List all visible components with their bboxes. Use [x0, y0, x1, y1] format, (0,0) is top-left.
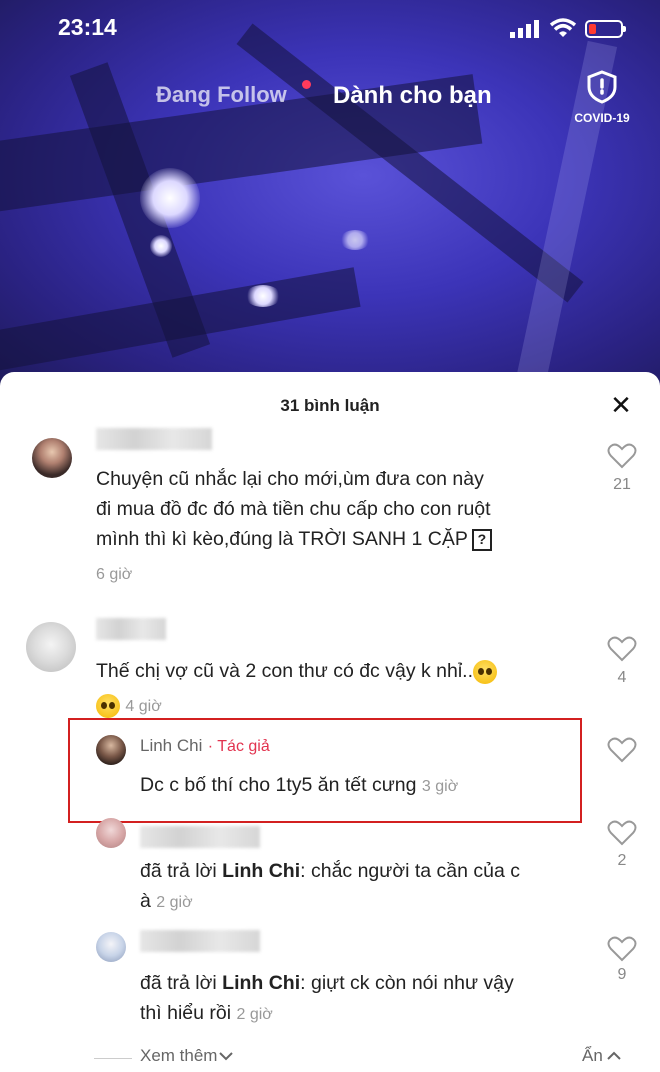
close-icon[interactable]: ✕ [608, 392, 634, 418]
avatar[interactable] [32, 438, 72, 478]
reply-time: 3 giờ [421, 778, 459, 795]
divider [94, 1058, 132, 1059]
tab-for-you[interactable]: Dành cho bạn [333, 82, 492, 110]
chevron-down-icon [219, 1052, 234, 1061]
heart-icon[interactable] [607, 636, 637, 662]
like-count: 9 [617, 966, 627, 983]
username-blurred[interactable] [140, 826, 260, 848]
reply-time: 2 giờ [236, 1006, 273, 1023]
battery-icon [585, 20, 626, 38]
mention[interactable]: Linh Chi [222, 972, 300, 994]
avatar[interactable] [96, 818, 126, 848]
shield-icon [587, 70, 617, 104]
username-blurred[interactable] [96, 428, 212, 450]
username-blurred[interactable] [140, 930, 260, 952]
like-count: 21 [613, 476, 631, 493]
username-blurred[interactable] [96, 618, 166, 640]
mention[interactable]: Linh Chi [222, 860, 300, 882]
reply-text: đã trả lời Linh Chi: giựt ck còn nói như… [140, 972, 514, 1024]
like-count: 4 [617, 669, 627, 686]
author-avatar[interactable] [96, 735, 126, 765]
reply-time: 2 giờ [156, 894, 193, 911]
reply-author-line: Linh Chi · Tác giả [140, 732, 270, 760]
covid-button[interactable]: COVID-19 [566, 70, 638, 125]
avatar[interactable] [96, 932, 126, 962]
avatar[interactable] [26, 622, 76, 672]
like-count: 2 [617, 852, 627, 869]
heart-icon[interactable] [607, 936, 637, 962]
covid-label: COVID-19 [574, 111, 630, 125]
status-time: 23:14 [58, 14, 117, 40]
hide-button[interactable]: Ẩn [582, 1046, 621, 1066]
reply-text: Dc c bố thí cho 1ty5 ăn tết cưng 3 giờ [140, 774, 459, 796]
comment-time: 6 giờ [96, 566, 133, 583]
chevron-up-icon [607, 1051, 621, 1060]
heart-icon[interactable] [607, 443, 637, 469]
see-more-button[interactable]: Xem thêm [140, 1046, 234, 1066]
status-bar: 23:14 [0, 14, 660, 44]
heart-icon[interactable] [607, 820, 637, 846]
pleading-emoji [96, 693, 120, 718]
heart-icon[interactable] [607, 737, 637, 763]
video-background[interactable] [0, 0, 660, 390]
wifi-icon [549, 18, 577, 37]
comment-text: Chuyện cũ nhắc lại cho mới,ùm đưa con nà… [96, 468, 492, 551]
comments-count: 31 bình luận [280, 396, 380, 415]
reply-author[interactable]: Linh Chi [140, 736, 202, 755]
notification-dot [302, 80, 311, 89]
comment-time: 4 giờ [125, 698, 162, 715]
comment-text: Thế chị vợ cũ và 2 con thư có đc vậy k n… [96, 656, 498, 686]
pleading-emoji [473, 659, 498, 684]
unknown-emoji: ? [471, 528, 492, 551]
top-nav: Đang Follow Dành cho bạn [0, 80, 660, 120]
author-tag: · Tác giả [207, 738, 270, 755]
tab-following[interactable]: Đang Follow [156, 82, 287, 108]
signal-icon [510, 20, 539, 38]
reply-text: đã trả lời Linh Chi: chắc người ta cần c… [140, 860, 521, 912]
